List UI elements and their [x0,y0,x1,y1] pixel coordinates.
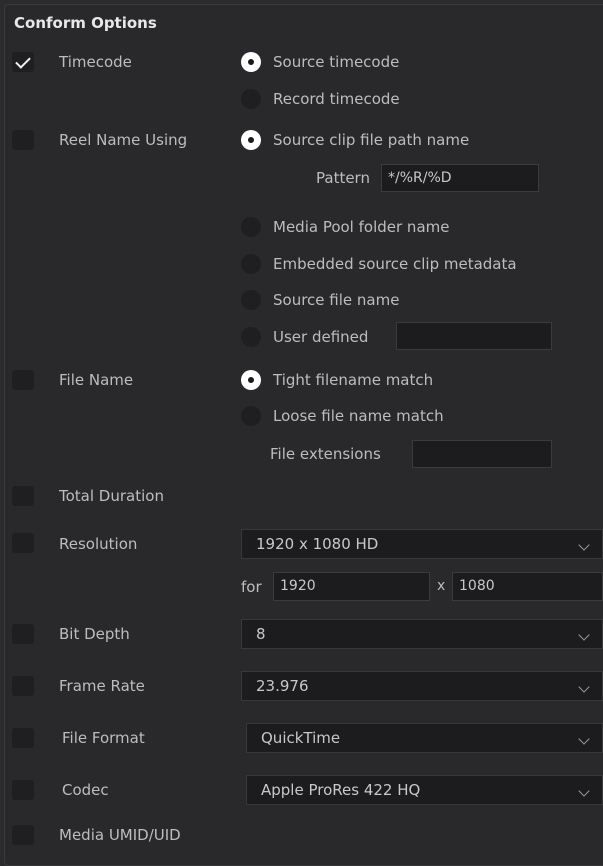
resolution-dropdown[interactable]: 1920 x 1080 HD [241,529,603,559]
resolution-width-input[interactable]: 1920 [273,572,430,601]
record-timecode-radio[interactable] [241,89,261,109]
resolution-value: 1920 x 1080 HD [256,535,379,553]
timecode-label: Timecode [59,53,132,71]
bit-depth-checkbox[interactable] [12,624,34,644]
resolution-label: Resolution [59,535,138,553]
tight-filename-label: Tight filename match [273,371,434,389]
chevron-down-icon [578,785,590,797]
codec-checkbox[interactable] [12,780,34,800]
user-defined-radio[interactable] [241,327,261,347]
media-pool-folder-label: Media Pool folder name [273,218,450,236]
bit-depth-value: 8 [256,625,266,643]
user-defined-label: User defined [273,328,369,346]
source-timecode-label: Source timecode [273,53,400,71]
codec-dropdown[interactable]: Apple ProRes 422 HQ [246,775,603,805]
panel-title: Conform Options [14,14,157,32]
source-timecode-radio[interactable] [241,52,261,72]
total-duration-label: Total Duration [59,487,164,505]
embedded-metadata-label: Embedded source clip metadata [273,255,517,273]
frame-rate-dropdown[interactable]: 23.976 [241,671,603,701]
source-file-name-label: Source file name [273,291,400,309]
file-extensions-input[interactable] [412,440,552,468]
pattern-label: Pattern [316,169,370,187]
file-extensions-label: File extensions [270,445,381,463]
media-pool-folder-radio[interactable] [241,217,261,237]
frame-rate-checkbox[interactable] [12,676,34,696]
total-duration-checkbox[interactable] [12,486,34,506]
source-clip-path-label: Source clip file path name [273,131,470,149]
loose-filename-radio[interactable] [241,406,261,426]
resolution-checkbox[interactable] [12,533,34,553]
user-defined-input[interactable] [396,322,552,350]
loose-filename-label: Loose file name match [273,407,444,425]
for-label: for [241,578,262,596]
codec-label: Codec [62,781,109,799]
embedded-metadata-radio[interactable] [241,254,261,274]
bit-depth-label: Bit Depth [59,625,130,643]
chevron-down-icon [578,681,590,693]
frame-rate-value: 23.976 [256,677,309,695]
file-format-label: File Format [62,729,145,747]
codec-value: Apple ProRes 422 HQ [261,781,421,799]
tight-filename-radio[interactable] [241,370,261,390]
file-format-value: QuickTime [261,729,341,747]
file-name-label: File Name [59,371,134,389]
reel-name-label: Reel Name Using [59,131,188,149]
pattern-input[interactable]: */%R/%D [381,164,539,192]
record-timecode-label: Record timecode [273,90,400,108]
chevron-down-icon [578,629,590,641]
chevron-down-icon [578,539,590,551]
file-format-checkbox[interactable] [12,728,34,748]
chevron-down-icon [578,733,590,745]
media-umid-label: Media UMID/UID [59,826,181,844]
timecode-checkbox[interactable] [12,52,34,72]
reel-name-checkbox[interactable] [12,130,34,150]
x-label: x [437,578,446,594]
conform-options-panel: Conform Options Timecode Source timecode… [0,0,603,866]
file-format-dropdown[interactable]: QuickTime [246,723,603,753]
file-name-checkbox[interactable] [12,370,34,390]
resolution-height-input[interactable]: 1080 [452,572,603,601]
source-file-name-radio[interactable] [241,290,261,310]
media-umid-checkbox[interactable] [12,825,34,845]
frame-rate-label: Frame Rate [59,677,145,695]
bit-depth-dropdown[interactable]: 8 [241,619,603,649]
source-clip-path-radio[interactable] [241,130,261,150]
